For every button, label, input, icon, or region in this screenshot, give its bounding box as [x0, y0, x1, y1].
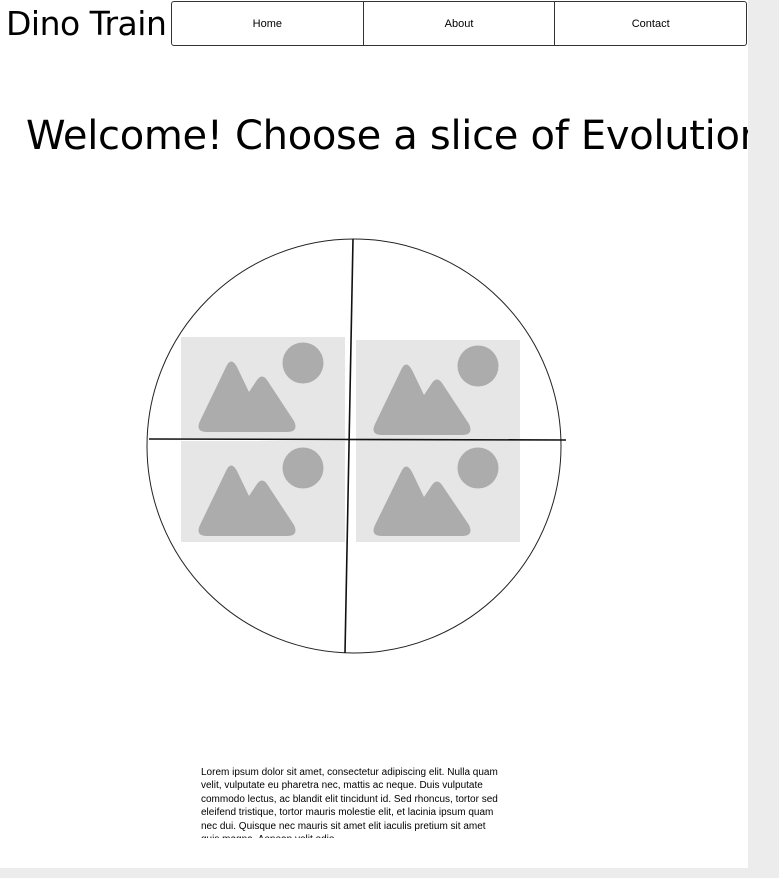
evolution-wheel: [146, 238, 567, 654]
nav-item-about[interactable]: About: [364, 2, 556, 45]
slice-top-left[interactable]: [181, 337, 345, 439]
wheel-divider-horizontal: [148, 438, 567, 441]
image-placeholder-icon: [181, 441, 345, 542]
nav-item-contact[interactable]: Contact: [555, 2, 746, 45]
nav-item-home[interactable]: Home: [172, 2, 364, 45]
slice-bottom-right[interactable]: [356, 442, 520, 542]
body-text: Lorem ipsum dolor sit amet, consectetur …: [201, 767, 498, 838]
page: Dino Train Home About Contact Welcome! C…: [0, 0, 748, 868]
image-placeholder-icon: [181, 337, 345, 439]
nav-bar: Home About Contact: [171, 1, 747, 46]
image-placeholder-icon: [356, 340, 520, 442]
slice-bottom-left[interactable]: [181, 441, 345, 542]
slice-top-right[interactable]: [356, 340, 520, 442]
site-logo[interactable]: Dino Train: [6, 2, 167, 46]
page-title: Welcome! Choose a slice of Evolution!: [26, 113, 748, 159]
image-placeholder-icon: [356, 442, 520, 542]
